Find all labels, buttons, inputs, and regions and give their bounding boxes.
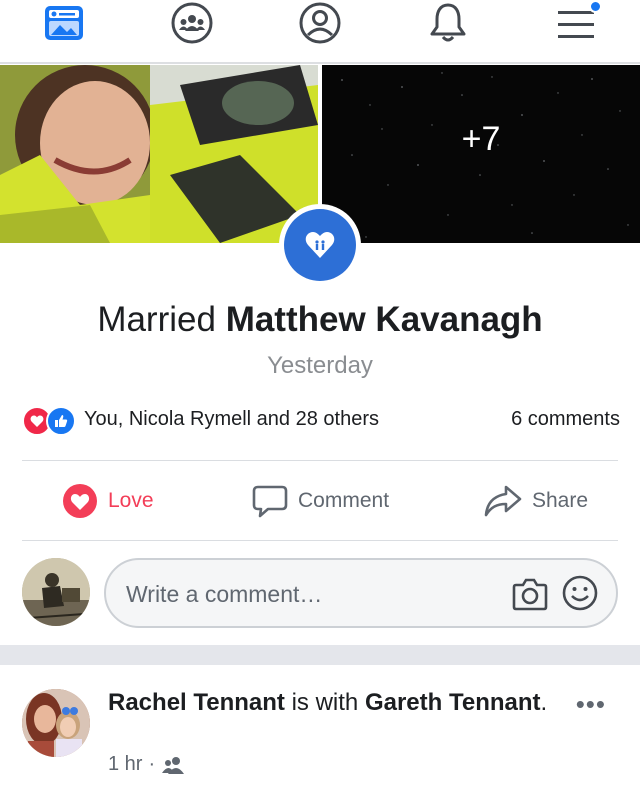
current-user-avatar[interactable]: [22, 558, 90, 626]
post-header: Rachel Tennant is with Gareth Tennant.: [108, 687, 548, 718]
reactions-text[interactable]: You, Nicola Rymell and 28 others: [84, 408, 379, 431]
relationship-badge: [279, 204, 361, 286]
tagged-name[interactable]: Gareth Tennant: [365, 689, 541, 716]
meta-dot: ·: [148, 753, 156, 775]
more-photos-tile[interactable]: +7: [322, 65, 640, 243]
reactions-summary: You, Nicola Rymell and 28 others 6 comme…: [22, 404, 620, 438]
news-feed-icon: [45, 6, 83, 40]
author-avatar[interactable]: [22, 689, 90, 757]
feed-separator: [0, 645, 640, 665]
comment-input[interactable]: Write a comment…: [104, 558, 618, 628]
friends-audience-icon: [162, 756, 185, 774]
reaction-icons[interactable]: [22, 406, 82, 436]
like-reaction-icon: [46, 406, 76, 436]
top-navigation-bar: [0, 0, 640, 64]
menu-notification-dot: [589, 0, 602, 13]
notifications-tab[interactable]: [418, 0, 478, 46]
next-post: Rachel Tennant is with Gareth Tennant. 1…: [0, 665, 640, 800]
post-meta: 1 hr ·: [108, 753, 185, 776]
with-text: is with: [284, 689, 365, 716]
event-type: Married: [97, 300, 216, 339]
love-icon: [63, 484, 97, 518]
comment-placeholder: Write a comment…: [126, 581, 323, 607]
couple-photo[interactable]: [0, 65, 318, 243]
comment-icon: [252, 485, 288, 518]
comments-count[interactable]: 6 comments: [511, 408, 620, 431]
divider: [22, 540, 618, 541]
event-date: Yesterday: [267, 352, 373, 379]
comment-button[interactable]: Comment: [252, 481, 389, 521]
groups-tab[interactable]: [162, 0, 222, 46]
groups-icon: [171, 2, 213, 44]
post-time[interactable]: 1 hr: [108, 753, 142, 776]
love-button[interactable]: Love: [62, 481, 154, 521]
love-label: Love: [108, 489, 154, 512]
emoji-icon[interactable]: [562, 575, 598, 611]
comment-label: Comment: [298, 489, 390, 512]
notifications-icon: [430, 3, 466, 42]
profile-tab[interactable]: [290, 0, 350, 46]
share-label: Share: [532, 489, 589, 512]
heart-couple-icon: [305, 232, 335, 258]
divider: [22, 460, 618, 461]
comment-composer: Write a comment…: [0, 552, 640, 634]
more-photos-count: +7: [461, 120, 501, 158]
profile-icon: [299, 2, 341, 44]
header-end: .: [540, 689, 548, 716]
camera-icon[interactable]: [512, 577, 548, 611]
news-feed-tab[interactable]: [34, 0, 94, 46]
partner-name[interactable]: Matthew Kavanagh: [226, 300, 543, 339]
post-options-button[interactable]: •••: [576, 689, 606, 720]
author-name[interactable]: Rachel Tennant: [108, 689, 285, 716]
share-icon: [484, 485, 522, 517]
share-button[interactable]: Share: [484, 481, 588, 521]
life-event-title: Married Matthew Kavanagh: [0, 300, 640, 340]
menu-tab[interactable]: [546, 0, 606, 46]
post-actions: Love Comment Share: [0, 465, 640, 537]
